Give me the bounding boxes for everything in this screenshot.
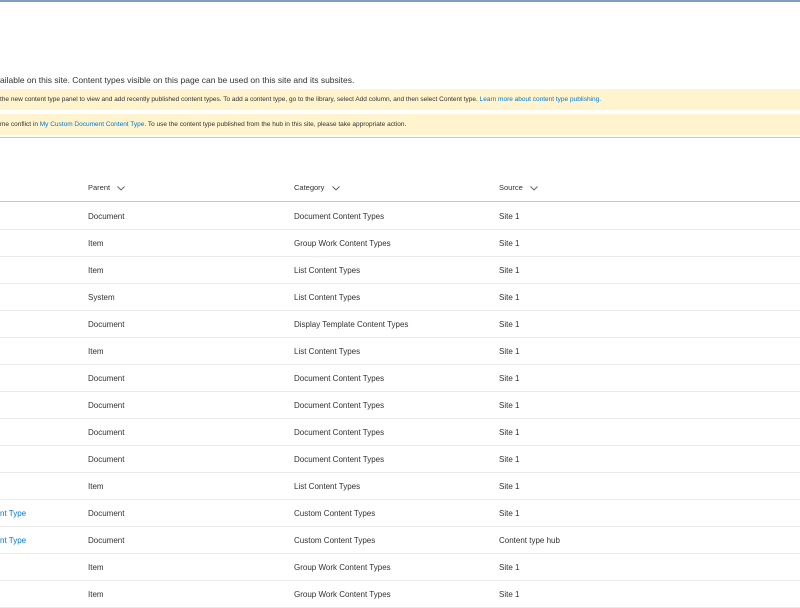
table-row[interactable]: Item List Content Types Site 1 [0,257,800,284]
learn-more-link[interactable]: Learn more about content type publishing… [480,96,601,103]
cell-source: Site 1 [499,428,520,437]
table-row[interactable]: Document Document Content Types Site 1 [0,419,800,446]
cell-parent: System [88,293,115,302]
cell-category: List Content Types [294,347,361,356]
cell-source: Site 1 [499,239,520,248]
cell-name[interactable]: nt Type [0,509,26,518]
table-row[interactable]: Document Document Content Types Site 1 [0,365,800,392]
section-divider [0,137,800,138]
cell-source: Site 1 [499,293,520,302]
conflict-banner-suffix: . To use the content type published from… [144,121,407,128]
content-types-list: Document Document Content Types Site 1 Ite… [0,203,800,608]
column-header-source-label: Source [499,183,523,192]
conflict-banner-prefix: me conflict in [0,121,40,128]
cell-category: Group Work Content Types [294,590,391,599]
cell-source: Site 1 [499,590,520,599]
cell-source: Site 1 [499,482,520,491]
table-row[interactable]: Item Group Work Content Types Site 1 [0,230,800,257]
cell-parent: Document [88,401,125,410]
column-header-row: Parent Category Source [0,176,800,200]
table-row[interactable]: nt Type Document Custom Content Types Conte… [0,527,800,554]
cell-parent: Document [88,428,125,437]
cell-parent: Item [88,590,104,599]
table-row[interactable]: nt Type Document Custom Content Types Site … [0,500,800,527]
cell-parent: Document [88,509,125,518]
cell-source: Site 1 [499,401,520,410]
cell-parent: Item [88,347,104,356]
table-row[interactable]: Item List Content Types Site 1 [0,338,800,365]
table-row[interactable]: Document Document Content Types Site 1 [0,203,800,230]
info-banner: the new content type panel to view and a… [0,89,800,110]
top-accent-line [0,0,800,2]
conflict-content-type-link[interactable]: My Custom Document Content Type [40,121,145,128]
cell-source: Site 1 [499,563,520,572]
column-header-parent[interactable]: Parent [88,183,126,192]
table-row[interactable]: Item Group Work Content Types Site 1 [0,581,800,608]
cell-source: Site 1 [499,374,520,383]
cell-category: List Content Types [294,293,361,302]
table-row[interactable]: Document Display Template Content Types Si… [0,311,800,338]
cell-parent: Document [88,374,125,383]
cell-category: Document Content Types [294,428,385,437]
column-header-category-label: Category [294,183,325,192]
cell-parent: Item [88,239,104,248]
cell-source: Site 1 [499,455,520,464]
cell-name[interactable]: nt Type [0,536,26,545]
cell-parent: Item [88,563,104,572]
cell-parent: Item [88,482,104,491]
cell-source: Site 1 [499,266,520,275]
cell-category: Document Content Types [294,374,385,383]
cell-category: Display Template Content Types [294,320,409,329]
page-description: ailable on this site. Content types visi… [0,75,355,85]
cell-parent: Document [88,536,125,545]
cell-parent: Document [88,455,125,464]
info-banner-text: the new content type panel to view and a… [0,96,480,103]
cell-category: List Content Types [294,482,361,491]
column-header-source[interactable]: Source [499,183,538,192]
table-row[interactable]: Document Document Content Types Site 1 [0,446,800,473]
column-header-parent-label: Parent [88,183,111,192]
cell-parent: Item [88,266,104,275]
cell-parent: Document [88,212,125,221]
cell-source: Site 1 [499,347,520,356]
chevron-down-icon [331,185,340,191]
cell-source: Site 1 [499,212,520,221]
chevron-down-icon [117,185,126,191]
cell-parent: Document [88,320,125,329]
cell-category: Group Work Content Types [294,563,391,572]
cell-category: Document Content Types [294,401,385,410]
cell-category: Custom Content Types [294,536,376,545]
cell-source: Site 1 [499,320,520,329]
table-row[interactable]: Document Document Content Types Site 1 [0,392,800,419]
header-rule [0,201,800,202]
cell-category: Custom Content Types [294,509,376,518]
conflict-banner: me conflict in My Custom Document Conten… [0,114,800,135]
cell-category: List Content Types [294,266,361,275]
table-row[interactable]: Item List Content Types Site 1 [0,473,800,500]
cell-category: Group Work Content Types [294,239,391,248]
chevron-down-icon [530,185,538,191]
cell-source: Content type hub [499,536,560,545]
cell-source: Site 1 [499,509,520,518]
cell-category: Document Content Types [294,212,385,221]
cell-category: Document Content Types [294,455,385,464]
table-row[interactable]: System List Content Types Site 1 [0,284,800,311]
table-row[interactable]: Item Group Work Content Types Site 1 [0,554,800,581]
column-header-category[interactable]: Category [294,183,340,192]
